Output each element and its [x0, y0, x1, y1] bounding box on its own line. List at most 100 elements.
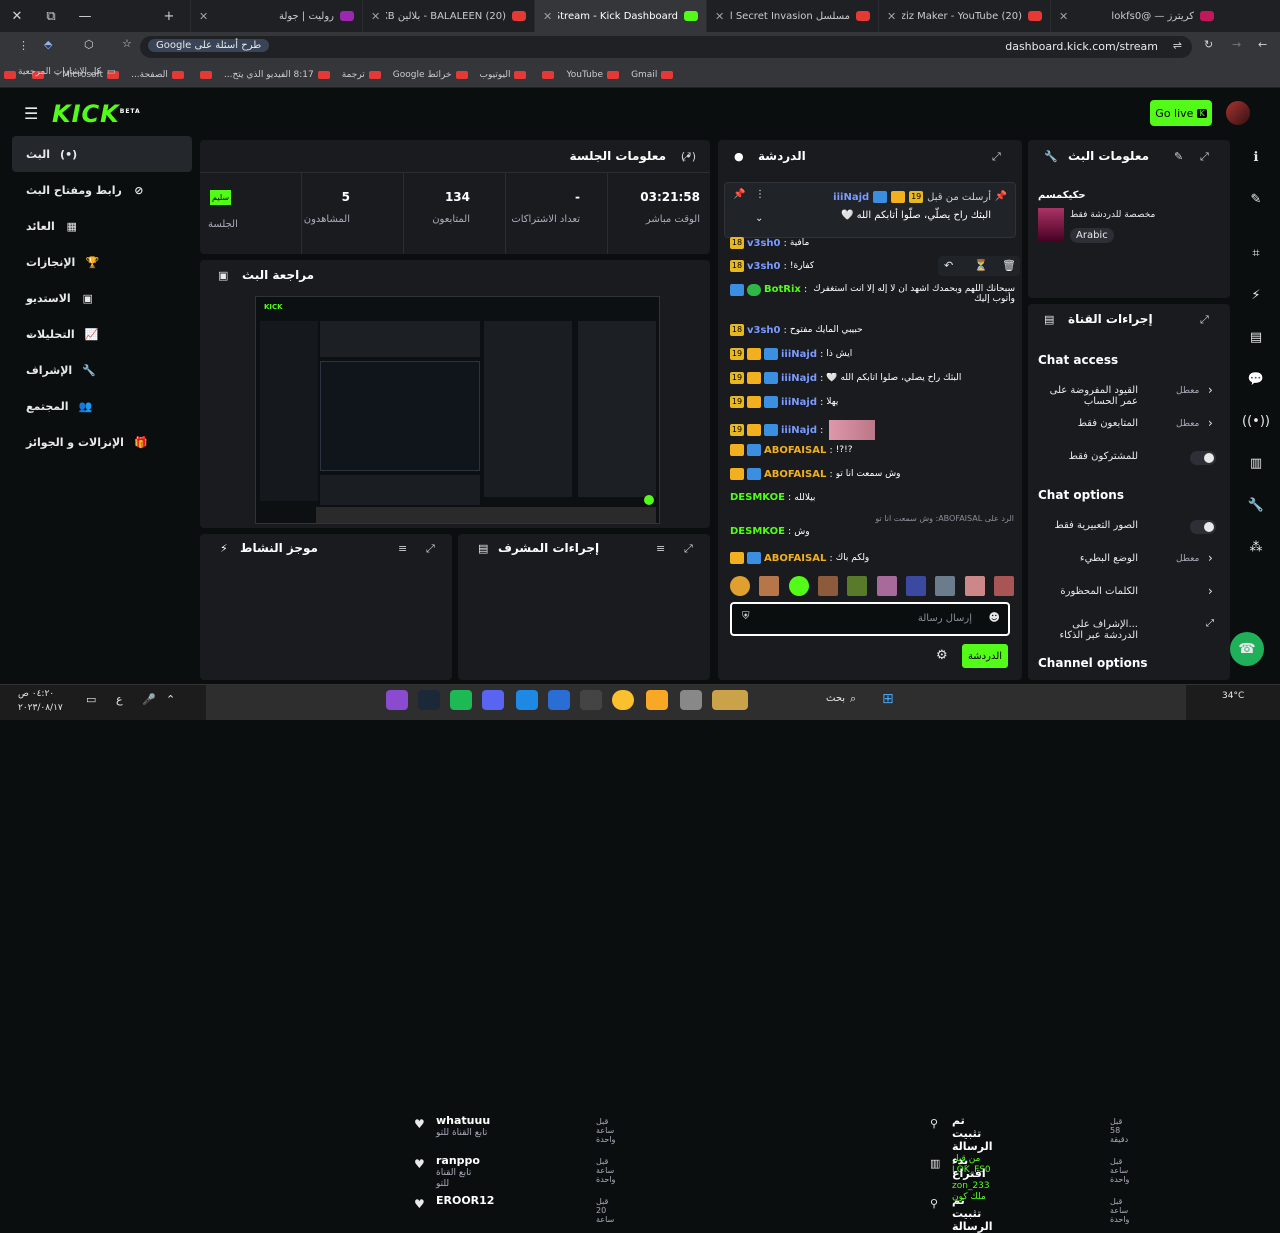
pinned-message[interactable]: 📌 أرسلت من قبل 19 iiiNajd البثك راح يصلّ… — [724, 182, 1016, 238]
chevron-down-icon[interactable]: ⌄ — [26, 293, 34, 304]
edge-icon[interactable] — [516, 690, 538, 710]
sidebar-item[interactable]: (•) البث — [12, 136, 192, 172]
extension-icon[interactable]: ⬘ — [44, 38, 52, 51]
app-icon[interactable] — [712, 690, 748, 710]
bookmark-item[interactable]: 8:17 الفيديو الذي يتح... — [224, 70, 330, 80]
new-tab-icon[interactable]: + — [152, 9, 186, 24]
expand-icon[interactable]: ⤢ — [682, 150, 691, 164]
search-label[interactable]: بحث — [826, 693, 845, 704]
bookmark-star-icon[interactable]: ☆ — [122, 37, 132, 50]
chevron-right-icon[interactable]: › — [1208, 416, 1213, 430]
support-chat-icon[interactable]: ☎ — [1230, 632, 1264, 666]
expand-icon[interactable]: ⤢ — [1200, 313, 1209, 327]
setting-toggle[interactable] — [1190, 451, 1216, 465]
emoji-icon[interactable]: ☻ — [989, 611, 1000, 624]
chevron-up-icon[interactable]: ⌃ — [166, 693, 175, 706]
chat-message[interactable]: 19 iiiNajd: البثك راح يصلّي، صلّوا أتابكم … — [730, 372, 1015, 384]
chat-message[interactable]: 19 iiiNajd: — [730, 420, 1015, 440]
chat-username[interactable]: ABOFAISAL — [764, 445, 826, 456]
expand-icon[interactable]: ⤢ — [1200, 150, 1209, 164]
close-tab-icon[interactable]: ✕ — [715, 10, 724, 23]
network-status-icon[interactable]: ▭ — [86, 693, 96, 706]
chevron-down-icon[interactable]: ⌄ — [26, 329, 34, 340]
info-icon[interactable]: ℹ — [1236, 150, 1276, 165]
chrome-icon[interactable] — [612, 690, 634, 710]
broadcast-icon[interactable]: ((•)) — [1236, 414, 1276, 429]
bookmark-item[interactable]: خرائط Google — [393, 70, 468, 80]
external-link-icon[interactable]: ⤢ — [1206, 618, 1214, 629]
emote-icon[interactable] — [905, 576, 926, 596]
emote-icon[interactable] — [817, 576, 838, 596]
bookmark-item[interactable] — [538, 70, 555, 79]
hamburger-menu-icon[interactable]: ☰ — [24, 104, 38, 123]
close-tab-icon[interactable]: ✕ — [887, 10, 896, 23]
bookmark-item[interactable]: اليوتيوب — [480, 70, 527, 80]
sidebar-item[interactable]: 🔧 الإشراف — [12, 352, 192, 388]
mic-icon[interactable]: 🎤 — [142, 693, 156, 706]
chat-username[interactable]: DESMKOE — [730, 526, 785, 537]
store-icon[interactable] — [548, 690, 570, 710]
emote-icon[interactable] — [759, 576, 780, 596]
chevron-right-icon[interactable]: › — [1208, 584, 1213, 598]
chat-username[interactable]: iiiNajd — [781, 373, 817, 384]
app-icon[interactable] — [580, 690, 602, 710]
chat-username[interactable]: v3sh0 — [747, 238, 781, 249]
puzzle-icon[interactable]: ⬡ — [84, 38, 94, 51]
browser-tab[interactable]: (20) BALALEEN - بلالين BLVXB ✕ — [362, 0, 534, 32]
unpin-icon[interactable]: 📌 — [733, 189, 745, 200]
chat-username[interactable]: v3sh0 — [747, 325, 781, 336]
stream-preview-video[interactable]: KICK — [255, 296, 660, 524]
go-live-button[interactable]: Go live K — [1150, 100, 1212, 126]
chat-username[interactable]: ABOFAISAL — [764, 553, 826, 564]
clock-time[interactable]: ٠٤:٢٠ ص — [18, 689, 54, 699]
browser-tab[interactable]: مسلسل Secret Invasion الموسم ✕ — [706, 0, 878, 32]
forward-icon[interactable]: → — [1232, 38, 1241, 51]
chat-username[interactable]: iiiNajd — [781, 349, 817, 360]
pencil-icon[interactable]: ✎ — [1236, 192, 1276, 207]
filter-icon[interactable]: ≡ — [656, 542, 665, 555]
kick-logo[interactable]: KICKBETA — [52, 100, 141, 128]
emote-icon[interactable] — [876, 576, 897, 596]
chat-message[interactable]: ABOFAISAL: ولكم باك — [730, 552, 1015, 564]
chat-message[interactable]: 19 iiiNajd: يهلا — [730, 396, 1015, 408]
windows-start-icon[interactable]: ⊞ — [882, 691, 894, 707]
chat-message[interactable]: ABOFAISAL: وش سمعت انا تو — [730, 468, 1015, 480]
chat-message[interactable]: DESMKOE: وش — [730, 526, 1015, 537]
expand-icon[interactable]: ⤢ — [684, 542, 693, 556]
google-ask-chip[interactable]: طرح أسئلة على Google — [148, 39, 270, 52]
app-icon[interactable] — [680, 690, 702, 710]
close-window-icon[interactable]: ✕ — [0, 9, 34, 24]
more-icon[interactable]: ⋮ — [755, 189, 765, 200]
chat-username[interactable]: iiiNajd — [781, 425, 817, 436]
site-settings-icon[interactable]: ⇌ — [1173, 39, 1182, 52]
send-chat-button[interactable]: الدردشة — [962, 644, 1008, 668]
emote-icon[interactable] — [935, 576, 956, 596]
restore-window-icon[interactable]: ⧉ — [34, 9, 68, 24]
steam-icon[interactable] — [418, 690, 440, 710]
edit-icon[interactable]: ✎ — [1174, 150, 1183, 163]
expand-icon[interactable]: ⤢ — [992, 150, 1001, 164]
chat-username[interactable]: v3sh0 — [747, 261, 781, 272]
minimize-window-icon[interactable]: — — [68, 9, 102, 24]
chat-input[interactable]: ⛨ إرسال رسالة ☻ — [730, 602, 1010, 636]
chevron-right-icon[interactable]: › — [1208, 551, 1213, 565]
url-field[interactable]: طرح أسئلة على Google dashboard.kick.com/… — [140, 36, 1192, 58]
layout-icon[interactable]: ▥ — [1236, 456, 1276, 471]
emote-icon[interactable] — [788, 576, 809, 596]
document-icon[interactable]: ▤ — [1236, 330, 1276, 345]
lightning-icon[interactable]: ⚡ — [1236, 288, 1276, 303]
bookmark-item[interactable]: YouTube — [566, 70, 620, 80]
file-explorer-icon[interactable] — [646, 690, 668, 710]
sidebar-item[interactable]: 🏆 الإنجازات — [12, 244, 192, 280]
chat-username[interactable]: iiiNajd — [781, 397, 817, 408]
chevron-down-icon[interactable]: ⌄ — [26, 401, 34, 412]
gear-icon[interactable]: ⚙ — [936, 648, 948, 663]
chat-message[interactable]: DESMKOE: بيلالله — [730, 492, 1015, 503]
back-icon[interactable]: ← — [1258, 38, 1267, 51]
emote-icon[interactable] — [964, 576, 985, 596]
bookmark-item[interactable] — [196, 70, 212, 79]
discord-icon[interactable] — [482, 690, 504, 710]
chat-message[interactable]: 19 iiiNajd: ايش ذا — [730, 348, 1015, 360]
sidebar-item[interactable]: 👥 المجتمع ⌄ — [12, 388, 192, 424]
chevron-right-icon[interactable]: › — [1208, 383, 1213, 397]
